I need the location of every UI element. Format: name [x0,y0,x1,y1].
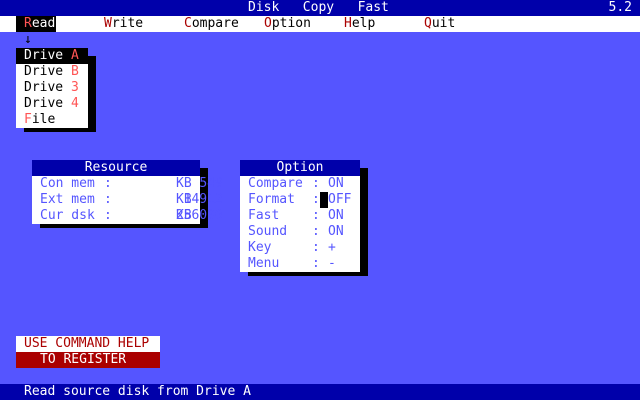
row-unit: KB [176,192,192,207]
arrow-down-icon: ↓ [24,32,32,47]
item-label: Drive [24,64,71,79]
resource-panel: Resource Con mem : 549 KB Ext mem : 1491… [32,160,223,224]
row-value: ON [328,208,344,223]
row-unit: KB [176,176,192,191]
menu-label: rite [111,16,144,31]
menu-read[interactable]: Read [16,16,56,32]
row-label: Cur dsk [40,208,95,223]
option-panel-title: Option [240,160,360,176]
dropdown-item-drive-b[interactable]: Drive B [16,64,88,80]
item-hotkey: B [70,64,79,79]
menu-hotkey: R [24,16,32,31]
menu-hotkey: H [344,16,352,31]
dropdown-item-file[interactable]: File [16,112,88,128]
status-message: Read source disk from Drive A [24,384,251,399]
app-title: Disk Copy Fast [248,0,389,15]
row-label: Sound [248,224,288,239]
option-row-format[interactable]: Format : OFF [248,192,351,208]
row-label: Key [248,240,272,255]
row-label: Con mem [40,176,95,191]
menu-label: ead [31,16,56,31]
row-label: Compare [248,176,303,191]
row-value: ON [328,224,344,239]
resource-panel-title: Resource [32,160,200,176]
option-row-fast[interactable]: Fast : ON [248,208,344,224]
read-dropdown-menu: Drive A Drive B Drive 3 Drive 4 File [16,48,88,128]
help-command-banner[interactable]: USE COMMAND HELP [16,336,160,352]
option-panel-body: Compare : ON Format : OFF Fast : ON Soun… [240,176,360,272]
menu-option[interactable]: Option [264,16,311,32]
menu-hotkey: Q [424,16,432,31]
row-unit: KB [176,208,192,223]
menu-bar: Read Write Compare Option Help Quit [0,16,640,32]
status-bar: Read source disk from Drive A [0,384,640,400]
resource-row-cur-dsk: Cur dsk : 256000 KB [40,208,223,223]
menu-hotkey: C [184,16,192,31]
item-hotkey: 4 [70,96,79,111]
menu-compare[interactable]: Compare [184,16,239,32]
row-label: Fast [248,208,280,223]
menu-label: elp [351,16,376,31]
register-text: TO REGISTER [40,352,127,367]
dropdown-item-drive-a[interactable]: Drive A [16,48,88,64]
menu-hotkey: O [264,16,272,31]
resource-row-ext-mem: Ext mem : 14912 KB [40,192,223,207]
row-label: Menu [248,256,280,271]
register-banner[interactable]: TO REGISTER [16,352,160,368]
resource-row-con-mem: Con mem : 549 KB [40,176,223,191]
option-row-compare[interactable]: Compare : ON [248,176,344,192]
menu-write[interactable]: Write [104,16,143,32]
row-value: + [328,240,336,255]
option-row-sound[interactable]: Sound : ON [248,224,344,240]
dropdown-item-drive-4[interactable]: Drive 4 [16,96,88,112]
item-label: Drive [24,48,71,63]
dropdown-item-drive-3[interactable]: Drive 3 [16,80,88,96]
menu-hotkey: W [104,16,112,31]
menu-help[interactable]: Help [344,16,375,32]
option-panel: Option Compare : ON Format : OFF Fast : … [240,160,360,272]
text-cursor [320,192,328,208]
item-hotkey: 3 [70,80,79,95]
item-label: ile [31,112,56,127]
option-row-key[interactable]: Key : + [248,240,336,256]
item-hotkey: F [24,112,32,127]
help-text: USE COMMAND HELP [24,336,150,351]
resource-panel-body: Con mem : 549 KB Ext mem : 14912 KB Cur … [32,176,223,224]
option-row-menu[interactable]: Menu : - [248,256,336,272]
menu-quit[interactable]: Quit [424,16,455,32]
row-value: OFF [328,192,352,207]
version-number: 5.2 [608,0,632,15]
item-hotkey: A [70,48,79,63]
row-label: Ext mem [40,192,95,207]
item-label: Drive [24,96,71,111]
title-bar: Disk Copy Fast 5.2 [0,0,640,16]
menu-label: ompare [191,16,239,31]
row-value: ON [328,176,344,191]
menu-label: ption [271,16,311,31]
item-label: Drive [24,80,71,95]
row-value: - [328,256,336,271]
menu-label: uit [431,16,456,31]
row-label: Format [248,192,295,207]
